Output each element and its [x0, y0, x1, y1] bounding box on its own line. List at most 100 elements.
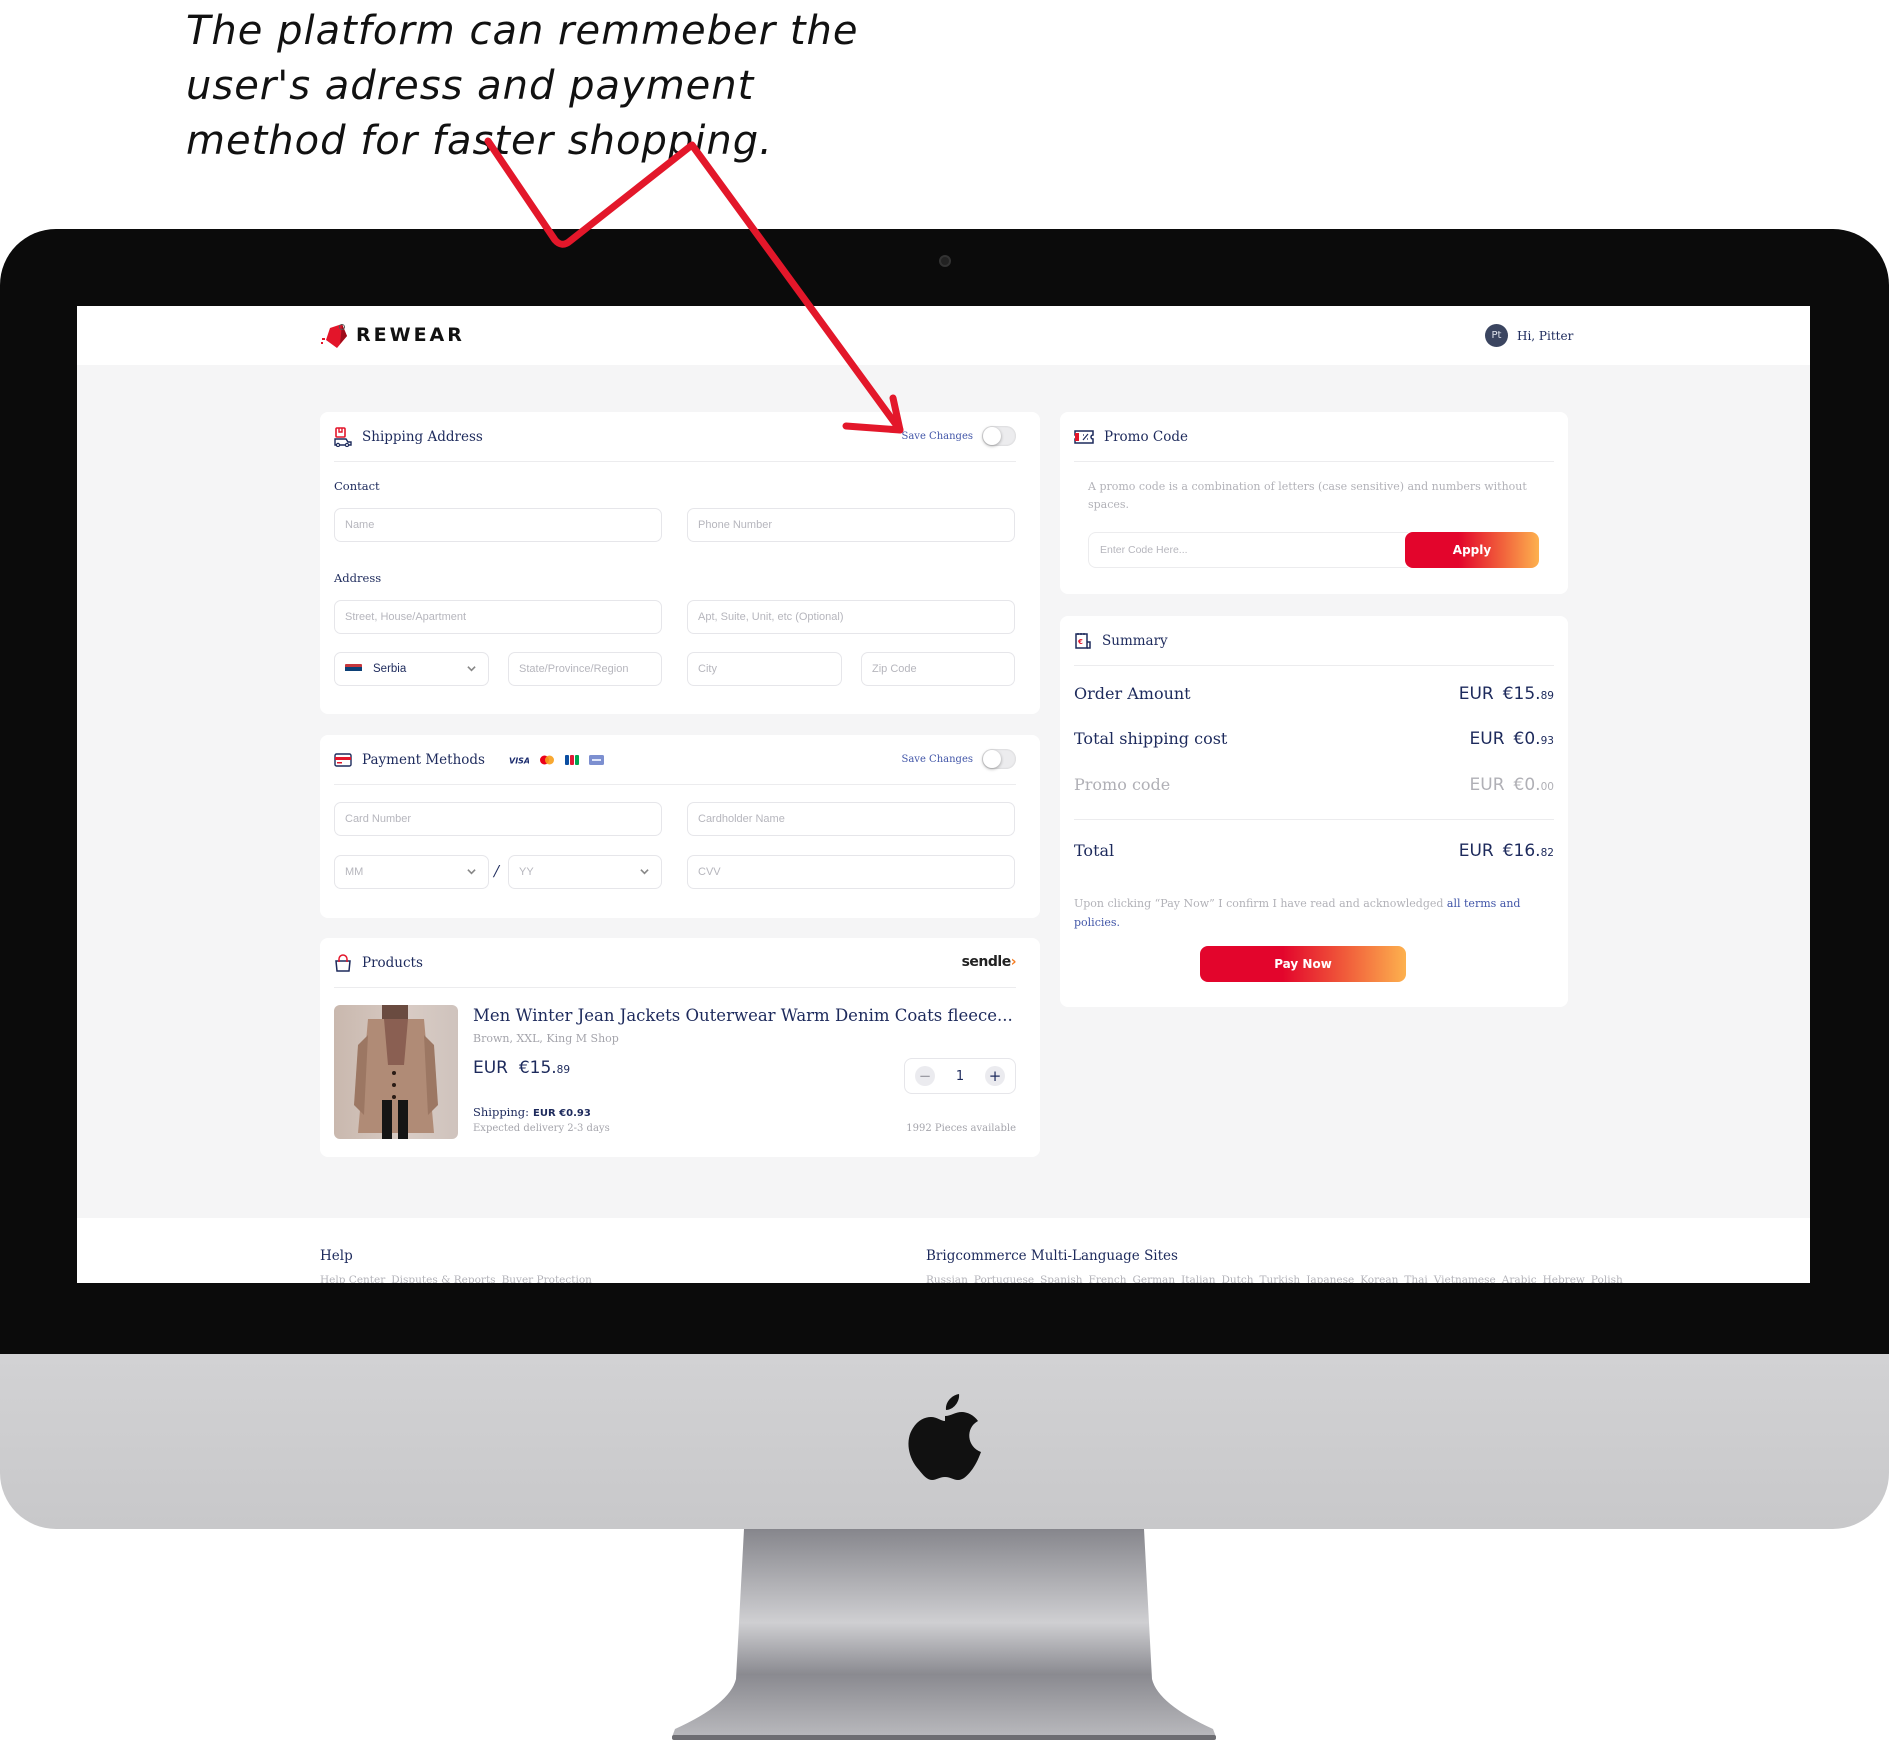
- footer-link[interactable]: French: [1089, 1274, 1127, 1283]
- street-field[interactable]: [334, 600, 662, 634]
- footer-link[interactable]: Buyer Protection: [502, 1274, 592, 1283]
- contact-label: Contact: [334, 479, 380, 493]
- product-title[interactable]: Men Winter Jean Jackets Outerwear Warm D…: [473, 1006, 1013, 1025]
- price-currency: EUR: [473, 1058, 508, 1078]
- phone-input[interactable]: [698, 519, 1014, 531]
- name-field[interactable]: [334, 508, 662, 542]
- state-input[interactable]: [519, 663, 661, 675]
- footer-link[interactable]: Vietnamese: [1434, 1274, 1496, 1283]
- avatar: Pt: [1485, 324, 1508, 347]
- footer-link[interactable]: Russian: [926, 1274, 968, 1283]
- user-menu[interactable]: Pt Hi, Pitter: [1485, 324, 1573, 347]
- coupon-icon: [1074, 429, 1094, 444]
- row-amount: EUR €0.93: [1470, 729, 1554, 749]
- year-select[interactable]: YY: [508, 855, 662, 889]
- footer-link[interactable]: Hebrew: [1543, 1274, 1585, 1283]
- amount-main: €15.: [1502, 684, 1541, 704]
- total-row: Total EUR €16.82: [1074, 841, 1554, 861]
- country-select[interactable]: Serbia: [334, 652, 489, 686]
- summary-divider: [1074, 819, 1554, 820]
- apt-input[interactable]: [698, 611, 1014, 623]
- city-input[interactable]: [698, 663, 841, 675]
- footer-link[interactable]: Spanish: [1040, 1274, 1082, 1283]
- footer-link[interactable]: Korean: [1360, 1274, 1398, 1283]
- card-number-input[interactable]: [345, 813, 661, 825]
- shipping-card-header: Shipping Address Save Changes: [334, 412, 1016, 462]
- jcb-icon: [564, 754, 579, 765]
- shopping-bag-icon: [335, 953, 351, 972]
- carrier-name: sendle: [961, 954, 1012, 970]
- credit-card-icon: [334, 752, 352, 767]
- footer-link[interactable]: German: [1132, 1274, 1175, 1283]
- amount-cents: 93: [1540, 735, 1554, 747]
- name-input[interactable]: [345, 519, 661, 531]
- total-label: Total: [1074, 841, 1115, 860]
- shipping-save-toggle[interactable]: [982, 426, 1016, 446]
- card-number-field[interactable]: [334, 802, 662, 836]
- cardholder-input[interactable]: [698, 813, 1014, 825]
- products-card-header: Products sendle›: [334, 938, 1017, 988]
- footer-link[interactable]: Turkish: [1260, 1274, 1301, 1283]
- promo-discount-row: Promo code EUR €0.00: [1074, 775, 1554, 795]
- footer-language-links: Russian Portuguese Spanish French German Ital…: [926, 1274, 1629, 1283]
- promo-title: Promo Code: [1104, 428, 1188, 445]
- amount-main: €0.: [1513, 775, 1541, 795]
- state-field[interactable]: [508, 652, 662, 686]
- phone-field[interactable]: [687, 508, 1015, 542]
- toggle-knob: [983, 750, 1001, 768]
- products-title: Products: [362, 954, 423, 971]
- footer-languages-title: Brigcommerce Multi-Language Sites: [926, 1248, 1178, 1264]
- footer-link[interactable]: Dutch: [1221, 1274, 1253, 1283]
- footer-link[interactable]: Help Center: [320, 1274, 385, 1283]
- footer-link[interactable]: Arabic: [1502, 1274, 1537, 1283]
- address-label: Address: [334, 571, 382, 585]
- footer-link[interactable]: Disputes & Reports: [391, 1274, 495, 1283]
- zip-input[interactable]: [872, 663, 1014, 675]
- cardholder-field[interactable]: [687, 802, 1015, 836]
- cvv-input[interactable]: [698, 866, 1014, 878]
- currency: EUR: [1458, 684, 1494, 704]
- total-amount: EUR €16.82: [1459, 841, 1554, 861]
- promo-code-field[interactable]: [1088, 532, 1408, 568]
- pay-now-button[interactable]: Pay Now: [1200, 946, 1406, 982]
- visa-icon: VISA: [509, 756, 529, 765]
- brand-logo[interactable]: REWEAR: [320, 320, 465, 350]
- footer-link[interactable]: Japanese: [1306, 1274, 1354, 1283]
- cvv-field[interactable]: [687, 855, 1015, 889]
- card-brand-logos: VISA: [509, 754, 604, 765]
- order-amount-row: Order Amount EUR €15.89: [1074, 684, 1554, 704]
- zip-field[interactable]: [861, 652, 1015, 686]
- payment-title: Payment Methods: [362, 751, 485, 768]
- payment-save-toggle[interactable]: [982, 749, 1016, 769]
- product-image[interactable]: [334, 1005, 458, 1139]
- save-changes-label: Save Changes: [901, 430, 973, 442]
- currency: EUR: [1458, 841, 1494, 861]
- apply-button[interactable]: Apply: [1405, 532, 1539, 568]
- product-shipping: Shipping: EUR €0.93: [473, 1105, 591, 1119]
- promo-card-header: Promo Code: [1074, 412, 1554, 462]
- shipping-save-changes: Save Changes: [901, 426, 1016, 446]
- month-select[interactable]: MM: [334, 855, 489, 889]
- price-cents: 89: [556, 1064, 571, 1076]
- footer-link[interactable]: Polish: [1591, 1274, 1623, 1283]
- month-placeholder: MM: [345, 866, 364, 878]
- decrease-quantity-button[interactable]: −: [915, 1066, 935, 1086]
- promo-code-input[interactable]: [1100, 544, 1408, 556]
- apt-field[interactable]: [687, 600, 1015, 634]
- currency: EUR: [1469, 729, 1505, 749]
- footer-help-links: Help Center Disputes & Reports Buyer Prote…: [320, 1274, 598, 1283]
- footer-link[interactable]: Italian: [1181, 1274, 1215, 1283]
- footer-link[interactable]: Thai: [1404, 1274, 1427, 1283]
- chevron-down-icon: [640, 869, 649, 875]
- stock-available: 1992 Pieces available: [906, 1123, 1016, 1134]
- serbia-flag-icon: [345, 663, 362, 675]
- street-input[interactable]: [345, 611, 661, 623]
- city-field[interactable]: [687, 652, 842, 686]
- amount-main: €16.: [1502, 841, 1541, 861]
- delivery-truck-icon: [334, 426, 352, 447]
- summary-card-header: € Summary: [1074, 616, 1554, 666]
- footer-link[interactable]: Portuguese: [974, 1274, 1034, 1283]
- increase-quantity-button[interactable]: +: [985, 1066, 1005, 1086]
- quantity-value: 1: [955, 1068, 965, 1084]
- price-main: €15.: [518, 1058, 557, 1078]
